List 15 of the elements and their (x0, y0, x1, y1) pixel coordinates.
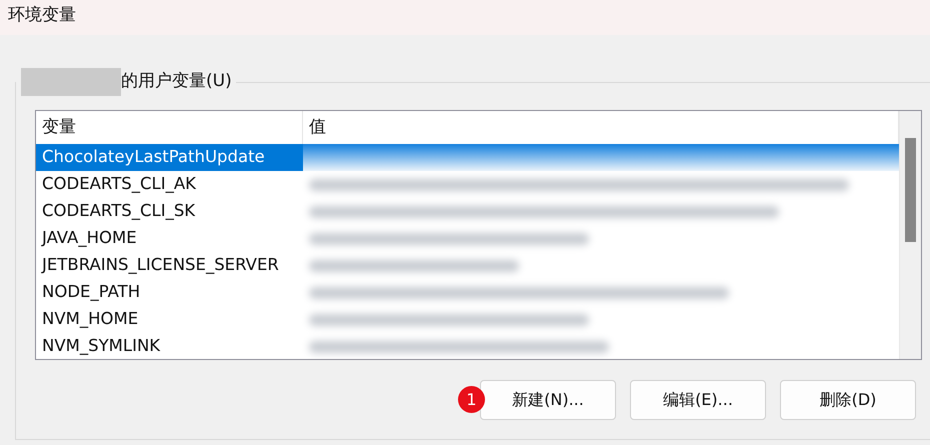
list-row[interactable]: JETBRAINS_LICENSE_SERVER (36, 252, 899, 279)
dialog-button[interactable]: 删除(D) (780, 380, 916, 420)
window-title: 环境变量 (8, 4, 76, 27)
dialog-button[interactable]: 编辑(E)... (630, 380, 766, 420)
dialog-button[interactable]: 新建(N)... (480, 380, 616, 420)
list-row[interactable]: NODE_PATH (36, 279, 899, 306)
group-label: 的用户变量(U) (121, 70, 232, 94)
scrollbar[interactable] (899, 111, 921, 359)
scrollbar-thumb[interactable] (905, 138, 916, 242)
list-row[interactable]: CODEARTS_CLI_AK (36, 171, 899, 198)
list-row[interactable]: NVM_HOME (36, 306, 899, 333)
list-row[interactable]: JAVA_HOME (36, 225, 899, 252)
step-badge: 1 (458, 386, 485, 413)
list-row[interactable]: NVM_SYMLINK (36, 333, 899, 359)
list-row[interactable]: CODEARTS_CLI_SK (36, 198, 899, 225)
